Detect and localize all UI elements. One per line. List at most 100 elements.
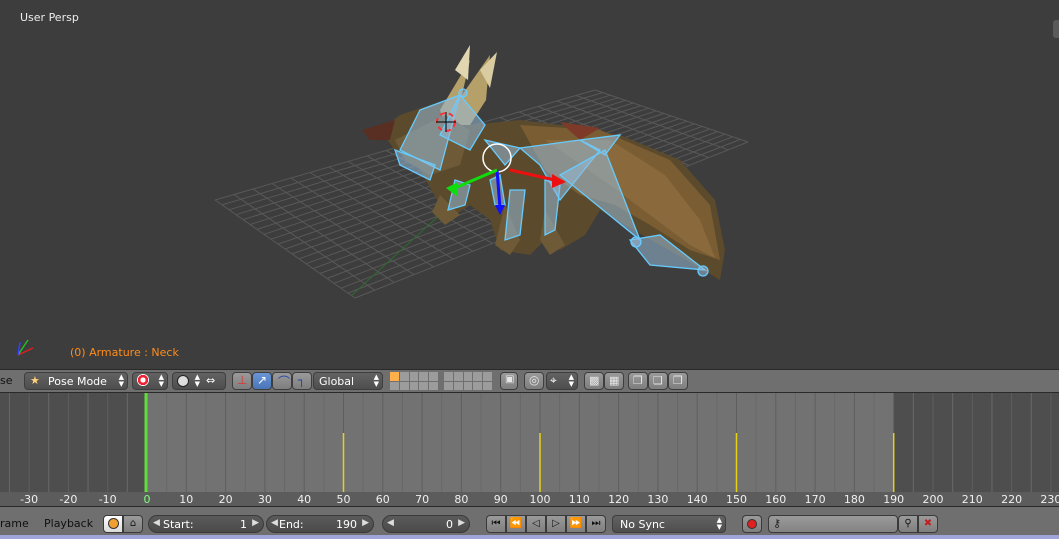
editor-type-menu[interactable]: se [0,374,13,387]
active-object-label: (0) Armature : Neck [70,346,179,359]
play-button[interactable]: ▷ [546,515,566,533]
mode-label: Pose Mode [48,375,107,388]
paste-pose-button[interactable]: ❑ [648,372,668,390]
ruler-tick-label: 40 [297,493,312,506]
ruler-tick-label: 100 [529,493,551,506]
copy-pose-button[interactable]: ❐ [628,372,648,390]
pivot-point-icon [177,375,189,387]
snap-icon: ⌖ [550,373,557,387]
manipulator-toggle-icon: ⊥ [237,373,248,387]
rotate-manipulator-icon: ⌒ [278,375,291,389]
jump-to-start-button[interactable]: ⏮ [486,515,506,533]
end-frame-value: 190 [336,518,357,531]
bone-layers-grid-left[interactable] [390,372,438,390]
increment-arrow-icon[interactable]: ▶ [458,518,465,528]
pose-mode-icon: ★ [30,374,40,387]
decrement-arrow-icon[interactable]: ◀ [153,518,160,528]
delete-keyframe-button[interactable]: ✖ [918,515,938,533]
render-animation-button[interactable]: ▦ [604,372,624,390]
play-reverse-button[interactable]: ◁ [526,515,546,533]
paste-pose-icon: ❑ [653,374,663,387]
manipulator-toggle-button[interactable]: ⊥ [232,372,252,390]
window-bottom-edge [0,535,1059,539]
ruler-tick-label: 210 [961,493,983,506]
next-keyframe-button[interactable]: ⏩ [566,515,586,533]
increment-arrow-icon[interactable]: ▶ [252,518,259,528]
bone-layers-grid-right[interactable] [444,372,492,390]
outside-range-right [893,393,1059,492]
paste-flipped-pose-button[interactable]: ❒ [668,372,688,390]
preview-range-button[interactable] [103,515,123,533]
ruler-tick-label: 110 [568,493,590,506]
transform-orientation-selector[interactable]: Global ▲ ▼ [313,372,383,390]
sync-mode-label: No Sync [620,518,665,531]
end-frame-field[interactable]: ◀ End: 190 ▶ [266,515,374,533]
ruler-tick-label: 80 [454,493,469,506]
proportional-edit-icon: ◎ [529,373,540,387]
start-frame-value: 1 [240,518,247,531]
insert-keyframe-button[interactable]: ⚲ [898,515,918,533]
start-frame-label: Start: [163,518,194,531]
rotate-manipulator-button[interactable]: ⌒ [272,372,292,390]
decrement-arrow-icon[interactable]: ◀ [271,518,278,528]
3d-viewport[interactable]: User Persp (0) Armature : Neck [0,0,1059,369]
timeline-canvas[interactable] [0,393,1059,492]
next-keyframe-icon: ⏩ [569,518,583,529]
translate-manipulator-button[interactable]: ↗ [252,372,272,390]
jump-to-end-button[interactable]: ⏭ [586,515,606,533]
copy-pose-icon: ❐ [633,374,643,387]
current-frame-field[interactable]: ◀ 0 ▶ [382,515,470,533]
manipulator-toggle-icon[interactable]: ⇔ [206,374,215,387]
ruler-tick-label: 20 [218,493,233,506]
ruler-tick-label: 70 [415,493,430,506]
ruler-tick-label: 160 [765,493,787,506]
frame-menu[interactable]: rame [0,517,29,530]
end-frame-label: End: [279,518,304,531]
decrement-arrow-icon[interactable]: ◀ [387,518,394,528]
lock-time-cursor-button[interactable]: ⌂ [123,515,143,533]
pivot-point-selector[interactable]: ▲ ▼ ⇔ [172,372,226,390]
play-icon: ▷ [552,518,560,529]
ruler-tick-label: 150 [726,493,747,506]
ruler-tick-label: 220 [1001,493,1023,506]
scale-manipulator-button[interactable]: ┐ [292,372,312,390]
start-frame-field[interactable]: ◀ Start: 1 ▶ [148,515,264,533]
3d-view-header: se ★ Pose Mode ▲ ▼ ▲ ▼ ▲ ▼ ⇔ ⊥ ↗ ⌒ ┐ Global… [0,369,1059,393]
viewport-shading-icon [137,374,149,386]
ruler-tick-label: 60 [375,493,390,506]
playback-menu[interactable]: Playback [44,517,93,530]
ruler-tick-label: 50 [336,493,351,506]
lock-icon: ▣ [505,374,515,385]
translate-manipulator-icon: ↗ [257,373,268,387]
snap-element-selector[interactable]: ⌖ ▲ ▼ [546,372,578,390]
active-keying-set-field[interactable]: ⚷ [768,515,898,533]
ruler-tick-label: 170 [804,493,826,506]
sync-mode-selector[interactable]: No Sync ▲ ▼ [612,515,726,533]
ruler-tick-label: 10 [179,493,194,506]
play-reverse-icon: ◁ [532,518,540,529]
auto-keying-button[interactable] [742,515,762,533]
lock-camera-button[interactable]: ▣ [500,372,518,390]
axis-indicator [17,339,34,356]
up-down-arrows-icon: ▲ ▼ [194,373,200,388]
up-down-arrows-icon: ▲ ▼ [373,373,379,388]
area-split-widget[interactable] [1053,20,1059,38]
proportional-edit-button[interactable]: ◎ [524,372,544,390]
viewport-shading-selector[interactable]: ▲ ▼ [132,372,168,390]
increment-arrow-icon[interactable]: ▶ [362,518,369,528]
ruler-tick-label: 180 [843,493,865,506]
record-icon [747,519,757,529]
up-down-arrows-icon: ▲ ▼ [158,373,164,388]
up-down-arrows-icon: ▲ ▼ [568,373,574,388]
jump-start-icon: ⏮ [491,518,501,529]
up-down-arrows-icon: ▲ ▼ [118,373,124,388]
viewport-canvas[interactable] [0,0,1059,369]
previous-keyframe-button[interactable]: ⏪ [506,515,526,533]
render-button[interactable]: ▩ [584,372,604,390]
frame-ruler[interactable]: -30 -20 -10 0 10 20 30 40 50 60 70 80 90 100 110 120 130… [0,492,1059,507]
transform-orientation-label: Global [319,375,355,388]
insert-keyframe-icon: ⚲ [904,518,912,529]
ruler-tick-label: 0 [143,493,151,506]
mode-selector[interactable]: ★ Pose Mode ▲ ▼ [24,372,128,390]
timeline-area[interactable] [0,393,1059,492]
